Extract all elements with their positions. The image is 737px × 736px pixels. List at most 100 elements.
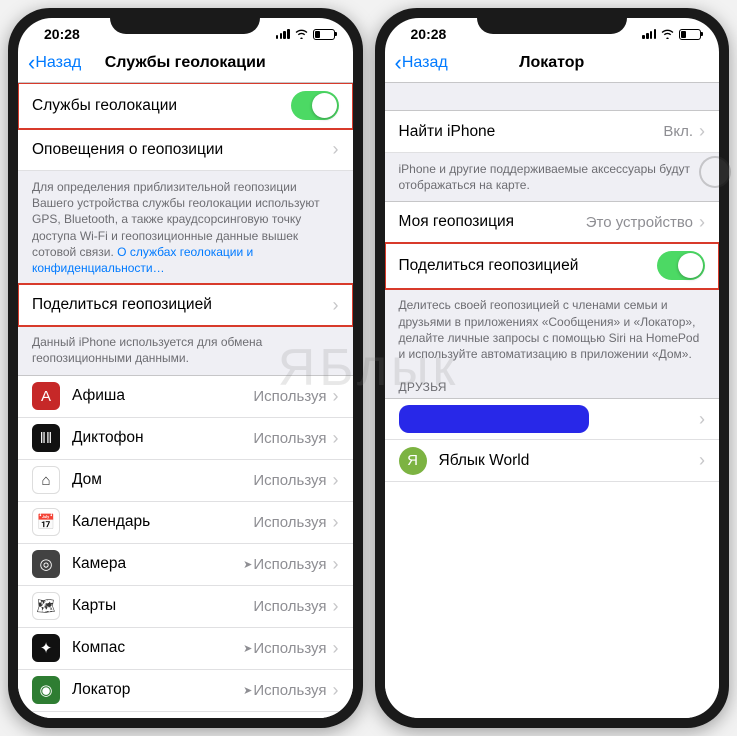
- app-icon: ◉: [32, 676, 60, 704]
- app-icon: 🗺: [32, 592, 60, 620]
- share-location-toggle-row[interactable]: Поделиться геопозицией: [385, 243, 720, 289]
- battery-icon: [679, 29, 701, 40]
- signal-icon: [276, 29, 290, 39]
- chevron-right-icon: ›: [699, 450, 705, 471]
- app-status: Используя: [253, 598, 326, 615]
- friend-row-redacted[interactable]: ›: [385, 398, 720, 440]
- find-iphone-row[interactable]: Найти iPhone Вкл. ›: [385, 111, 720, 153]
- app-row[interactable]: 🗺 Карты Используя ›: [18, 586, 353, 628]
- app-row[interactable]: 📅 Календарь Используя ›: [18, 502, 353, 544]
- chevron-right-icon: ›: [699, 409, 705, 430]
- status-right: [276, 27, 335, 42]
- location-arrow-icon: ➤: [243, 684, 252, 697]
- app-name: Диктофон: [72, 429, 253, 447]
- phone-right: 20:28 ‹ Назад Локатор Найти iPhone Вкл. …: [375, 8, 730, 728]
- app-status: Используя: [253, 472, 326, 489]
- navbar: ‹ Назад Службы геолокации: [18, 46, 353, 83]
- app-icon: ✦: [32, 634, 60, 662]
- back-button[interactable]: ‹ Назад: [395, 52, 448, 74]
- app-list: A Афиша Используя › ‖‖ Диктофон Использу…: [18, 375, 353, 719]
- app-name: Дом: [72, 471, 253, 489]
- toggle-on[interactable]: [657, 251, 705, 280]
- status-time: 20:28: [44, 26, 80, 42]
- chevron-right-icon: ›: [333, 638, 339, 659]
- chevron-right-icon: ›: [333, 428, 339, 449]
- app-name: Календарь: [72, 513, 253, 531]
- row-label: Поделиться геопозицией: [32, 296, 333, 314]
- phone-left: 20:28 ‹ Назад Службы геолокации Службы г…: [8, 8, 363, 728]
- app-name: Камера: [72, 555, 243, 573]
- my-location-row[interactable]: Моя геопозиция Это устройство ›: [385, 201, 720, 243]
- wifi-icon: [660, 27, 675, 42]
- wifi-icon: [294, 27, 309, 42]
- app-status: Используя: [253, 388, 326, 405]
- location-alerts-row[interactable]: Оповещения о геопозиции ›: [18, 129, 353, 171]
- app-name: Афиша: [72, 387, 253, 405]
- app-name: Карты: [72, 597, 253, 615]
- status-time: 20:28: [411, 26, 447, 42]
- row-value: Это устройство: [586, 214, 693, 231]
- app-icon: ◎: [32, 550, 60, 578]
- friend-row[interactable]: Я Яблык World ›: [385, 440, 720, 482]
- notch: [110, 8, 260, 34]
- friend-icon: Я: [399, 447, 427, 475]
- app-row[interactable]: ◉ Локатор ➤ Используя ›: [18, 670, 353, 712]
- footnote: Для определения приблизительной геопозиц…: [18, 171, 353, 284]
- chevron-right-icon: ›: [333, 680, 339, 701]
- content[interactable]: Службы геолокации Оповещения о геопозици…: [18, 83, 353, 718]
- row-label: Службы геолокации: [32, 97, 291, 115]
- app-icon: 📅: [32, 508, 60, 536]
- chevron-right-icon: ›: [333, 554, 339, 575]
- redacted-friend: [399, 405, 589, 433]
- chevron-right-icon: ›: [333, 139, 339, 160]
- app-status: ➤ Используя: [243, 682, 326, 699]
- row-value: Вкл.: [663, 123, 693, 140]
- chevron-left-icon: ‹: [28, 52, 35, 74]
- location-arrow-icon: ➤: [243, 642, 252, 655]
- chevron-right-icon: ›: [333, 596, 339, 617]
- app-row[interactable]: ◎ Камера ➤ Используя ›: [18, 544, 353, 586]
- page-title: Службы геолокации: [105, 54, 266, 72]
- chevron-right-icon: ›: [333, 470, 339, 491]
- back-label: Назад: [35, 54, 81, 72]
- row-label: Оповещения о геопозиции: [32, 141, 333, 159]
- footnote: Данный iPhone используется для обмена ге…: [18, 326, 353, 374]
- row-label: Моя геопозиция: [399, 213, 586, 231]
- app-icon: ⌂: [32, 466, 60, 494]
- back-button[interactable]: ‹ Назад: [28, 52, 81, 74]
- footnote: Делитесь своей геопозицией с членами сем…: [385, 289, 720, 370]
- app-name: Компас: [72, 639, 243, 657]
- signal-icon: [642, 29, 656, 39]
- row-label: Поделиться геопозицией: [399, 257, 658, 275]
- app-name: Локатор: [72, 681, 243, 699]
- chevron-right-icon: ›: [699, 121, 705, 142]
- share-location-row[interactable]: Поделиться геопозицией ›: [18, 284, 353, 326]
- app-row[interactable]: ‖‖ Диктофон Используя ›: [18, 418, 353, 460]
- app-icon: ‖‖: [32, 424, 60, 452]
- app-row[interactable]: ✦ Компас ➤ Используя ›: [18, 628, 353, 670]
- notch: [477, 8, 627, 34]
- toggle-on[interactable]: [291, 91, 339, 120]
- app-status: Используя: [253, 430, 326, 447]
- status-right: [642, 27, 701, 42]
- navbar: ‹ Назад Локатор: [385, 46, 720, 83]
- location-services-toggle-row[interactable]: Службы геолокации: [18, 83, 353, 129]
- app-status: ➤ Используя: [243, 640, 326, 657]
- content[interactable]: Найти iPhone Вкл. › iPhone и другие подд…: [385, 83, 720, 718]
- assistive-touch-icon[interactable]: [699, 156, 731, 188]
- screen-left: 20:28 ‹ Назад Службы геолокации Службы г…: [18, 18, 353, 718]
- app-row[interactable]: ➤ Навигатор ➤ Используя ›: [18, 712, 353, 719]
- app-row[interactable]: ⌂ Дом Используя ›: [18, 460, 353, 502]
- app-icon: A: [32, 382, 60, 410]
- chevron-right-icon: ›: [333, 295, 339, 316]
- chevron-right-icon: ›: [333, 386, 339, 407]
- app-row[interactable]: A Афиша Используя ›: [18, 376, 353, 418]
- back-label: Назад: [402, 54, 448, 72]
- chevron-right-icon: ›: [699, 212, 705, 233]
- page-title: Локатор: [519, 54, 584, 72]
- chevron-right-icon: ›: [333, 512, 339, 533]
- app-status: Используя: [253, 514, 326, 531]
- battery-icon: [313, 29, 335, 40]
- screen-right: 20:28 ‹ Назад Локатор Найти iPhone Вкл. …: [385, 18, 720, 718]
- app-status: ➤ Используя: [243, 556, 326, 573]
